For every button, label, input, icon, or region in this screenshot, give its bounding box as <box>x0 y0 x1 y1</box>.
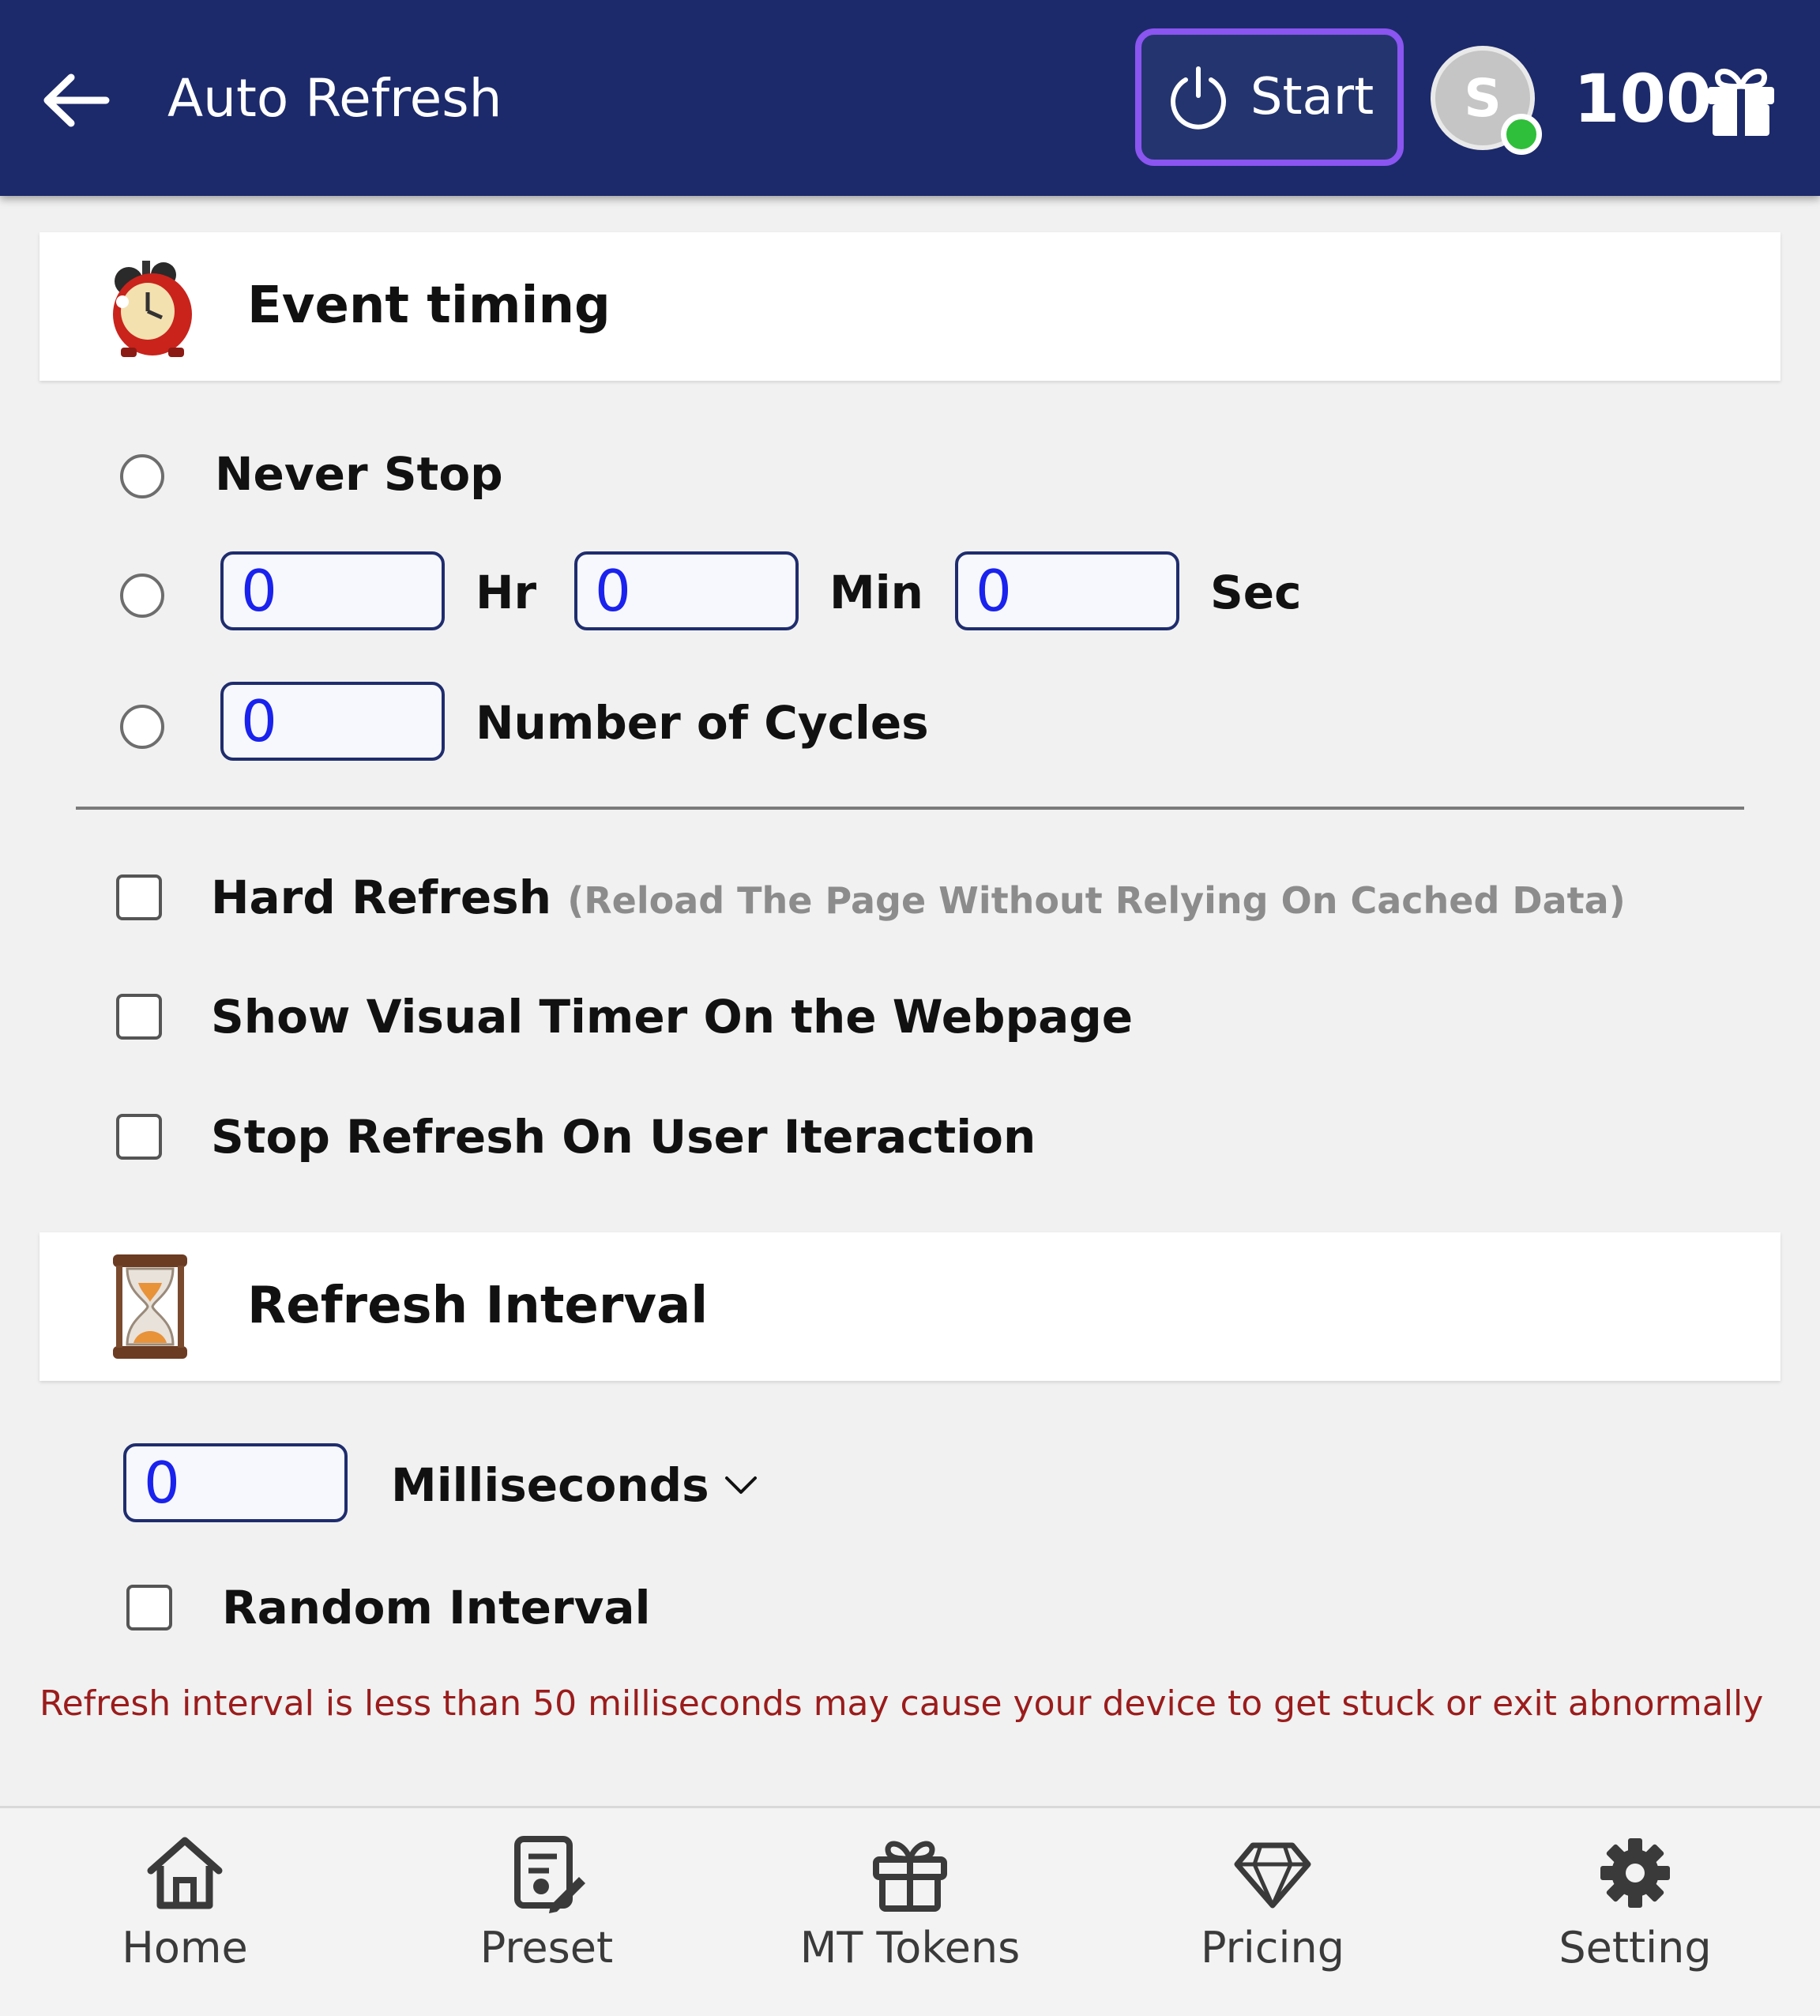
start-button[interactable]: Start <box>1135 28 1404 166</box>
alarm-clock-icon <box>113 261 192 357</box>
refresh-interval-header: Refresh Interval <box>39 1232 1781 1381</box>
nav-setting[interactable]: Setting <box>1485 1830 1785 1988</box>
start-button-label: Start <box>1250 68 1374 126</box>
nav-mt-tokens[interactable]: MT Tokens <box>760 1830 1060 1988</box>
nav-setting-label: Setting <box>1559 1923 1712 1973</box>
interval-warning: Refresh interval is less than 50 millise… <box>39 1683 1764 1724</box>
seconds-input[interactable] <box>955 551 1179 630</box>
duration-radio[interactable] <box>120 574 164 618</box>
cycles-input[interactable] <box>220 682 445 761</box>
minutes-label: Min <box>829 566 923 619</box>
units-dropdown[interactable]: Milliseconds <box>391 1454 758 1517</box>
stop-on-interaction-label: Stop Refresh On User Iteraction <box>211 1110 1036 1164</box>
minutes-input[interactable] <box>574 551 799 630</box>
random-interval-checkbox[interactable] <box>126 1585 172 1630</box>
nav-preset[interactable]: Preset <box>397 1830 697 1988</box>
cycles-radio[interactable] <box>120 705 164 749</box>
gift-icon[interactable] <box>1702 60 1781 139</box>
event-timing-header: Event timing <box>39 232 1781 381</box>
home-icon <box>147 1837 223 1909</box>
never-stop-label: Never Stop <box>215 447 503 501</box>
cycles-label: Number of Cycles <box>476 696 929 750</box>
page-title: Auto Refresh <box>167 68 502 129</box>
gear-icon <box>1600 1838 1670 1908</box>
arrow-left-icon <box>43 73 110 127</box>
hard-refresh-text: Hard Refresh <box>211 871 551 924</box>
back-button[interactable] <box>32 57 118 144</box>
hard-refresh-label: Hard Refresh (Reload The Page Without Re… <box>211 871 1626 924</box>
nav-home-label: Home <box>122 1923 248 1973</box>
interval-input[interactable] <box>123 1443 348 1522</box>
diamond-icon <box>1234 1842 1311 1909</box>
nav-pricing[interactable]: Pricing <box>1122 1830 1423 1988</box>
refresh-interval-title: Refresh Interval <box>247 1277 709 1335</box>
hours-input[interactable] <box>220 551 445 630</box>
power-icon <box>1170 66 1226 130</box>
visual-timer-checkbox[interactable] <box>116 994 162 1040</box>
hourglass-icon <box>113 1254 187 1359</box>
hours-label: Hr <box>476 566 537 619</box>
divider <box>76 807 1744 810</box>
never-stop-radio[interactable] <box>120 454 164 498</box>
nav-home[interactable]: Home <box>35 1830 335 1988</box>
hard-refresh-hint: (Reload The Page Without Relying On Cach… <box>567 879 1626 922</box>
online-status-dot <box>1501 114 1542 155</box>
hard-refresh-checkbox[interactable] <box>116 874 162 920</box>
nav-preset-label: Preset <box>479 1923 614 1973</box>
avatar-letter: S <box>1464 67 1502 129</box>
nav-pricing-label: Pricing <box>1200 1923 1344 1973</box>
preset-icon <box>514 1836 585 1913</box>
event-timing-title: Event timing <box>247 276 611 335</box>
random-interval-label: Random Interval <box>222 1581 651 1634</box>
stop-on-interaction-checkbox[interactable] <box>116 1114 162 1160</box>
units-selected: Milliseconds <box>391 1458 709 1512</box>
chevron-down-icon <box>724 1476 757 1494</box>
visual-timer-label: Show Visual Timer On the Webpage <box>211 990 1134 1044</box>
gift-icon <box>873 1841 947 1912</box>
token-count: 100 <box>1574 60 1713 137</box>
seconds-label: Sec <box>1210 566 1302 619</box>
nav-mt-tokens-label: MT Tokens <box>799 1923 1021 1973</box>
